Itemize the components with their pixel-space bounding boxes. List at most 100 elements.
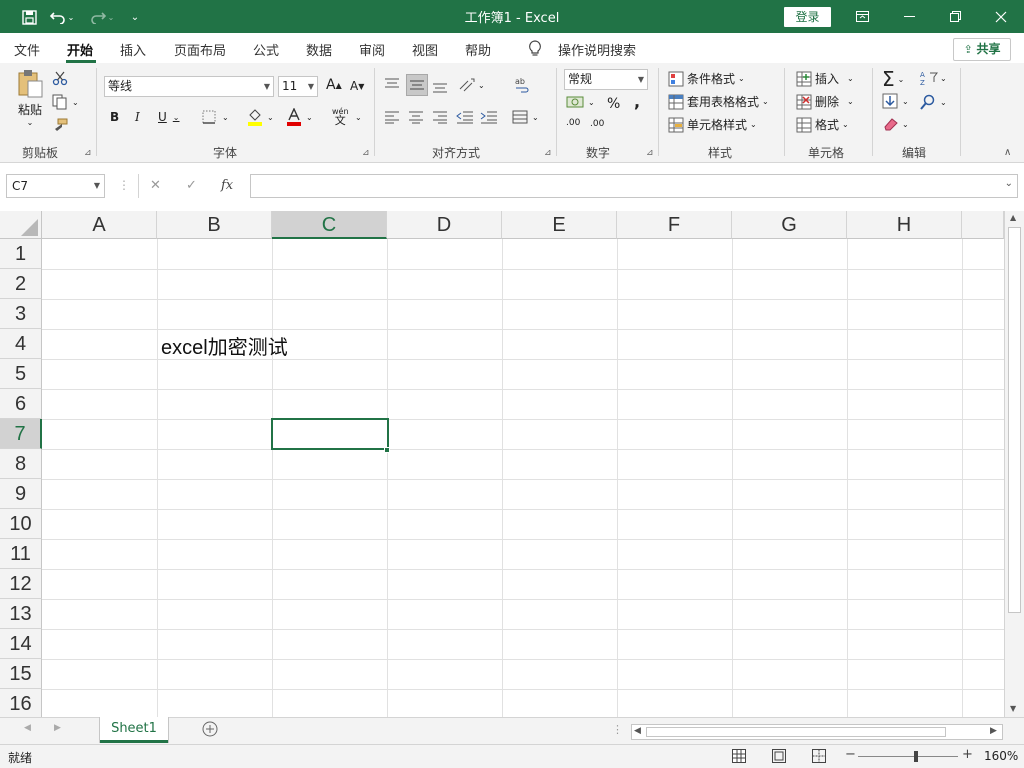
row-header[interactable]: 14 (0, 629, 42, 659)
vertical-scrollbar[interactable]: ▲ ▼ (1004, 211, 1024, 717)
collapse-ribbon-icon[interactable]: ∧ (1004, 147, 1011, 158)
scroll-up-icon[interactable]: ▲ (1010, 213, 1016, 222)
tab-view[interactable]: 视图 (412, 40, 438, 59)
selected-cell-c7[interactable] (271, 418, 389, 450)
tab-review[interactable]: 审阅 (359, 40, 385, 59)
cell-styles-button[interactable]: 单元格样式 ⌄ (668, 116, 757, 133)
zoom-level[interactable]: 160% (984, 749, 1018, 763)
align-left-button[interactable] (384, 110, 400, 124)
login-button[interactable]: 登录 (784, 7, 831, 27)
bold-button[interactable]: B (110, 110, 119, 124)
font-size-combo[interactable]: 11 ▼ (278, 76, 318, 97)
format-as-table-button[interactable]: 套用表格格式 ⌄ (668, 93, 769, 110)
number-launcher-icon[interactable]: ⊿ (646, 148, 654, 158)
increase-decimal-button[interactable]: .00 (566, 119, 580, 128)
row-header[interactable]: 2 (0, 269, 42, 299)
autosum-button[interactable]: Σ ⌄ (882, 67, 904, 91)
column-header-h[interactable]: H (847, 211, 962, 239)
align-middle-button[interactable] (406, 74, 428, 96)
enter-icon[interactable]: ✓ (186, 178, 197, 193)
row-header[interactable]: 5 (0, 359, 42, 389)
insert-function-icon[interactable]: fx (221, 178, 233, 193)
name-box[interactable]: C7 ▼ (6, 174, 105, 198)
drag-handle-icon[interactable]: ⋮ (118, 178, 130, 192)
zoom-slider-track[interactable] (858, 756, 958, 757)
add-sheet-icon[interactable] (202, 721, 218, 740)
tab-file[interactable]: 文件 (14, 40, 40, 59)
worksheet-grid[interactable]: A B C D E F G H 1 2 3 4 5 6 7 8 9 10 11 … (0, 211, 1004, 717)
column-header-f[interactable]: F (617, 211, 732, 239)
row-header[interactable]: 8 (0, 449, 42, 479)
grow-font-button[interactable]: A ▲ (326, 77, 342, 93)
chevron-down-icon[interactable]: ⌄ (355, 113, 362, 122)
format-cells-button[interactable]: 格式 ⌄ (796, 116, 849, 133)
zoom-in-icon[interactable]: + (962, 747, 973, 762)
zoom-out-icon[interactable]: − (845, 747, 856, 762)
font-launcher-icon[interactable]: ⊿ (362, 148, 370, 158)
shrink-font-button[interactable]: A ▼ (350, 79, 364, 93)
align-center-button[interactable] (408, 110, 424, 124)
orientation-button[interactable]: ⌄ (458, 77, 485, 93)
prev-sheet-icon[interactable]: ◀ (24, 723, 31, 733)
minimize-icon[interactable] (886, 0, 932, 33)
select-all-button[interactable] (0, 211, 42, 239)
italic-button[interactable]: I (135, 110, 140, 124)
column-header-b[interactable]: B (157, 211, 272, 239)
increase-indent-button[interactable] (480, 110, 498, 124)
clear-button[interactable]: ⌄ (882, 117, 909, 131)
conditional-format-button[interactable]: 条件格式 ⌄ (668, 70, 745, 87)
row-header[interactable]: 13 (0, 599, 42, 629)
vertical-scroll-thumb[interactable] (1008, 227, 1021, 613)
formula-input[interactable]: ⌄ (250, 174, 1018, 198)
merge-center-button[interactable]: ⌄ (512, 109, 539, 125)
scroll-right-icon[interactable]: ▶ (990, 726, 997, 736)
page-break-view-icon[interactable] (812, 749, 826, 766)
decrease-decimal-button[interactable]: .00 (590, 119, 604, 129)
phonetic-button[interactable]: wén 文 (332, 107, 349, 126)
clipboard-launcher-icon[interactable]: ⊿ (84, 148, 92, 158)
row-header[interactable]: 4 (0, 329, 42, 359)
restore-icon[interactable] (932, 0, 978, 33)
borders-button[interactable]: ⌄ (202, 110, 229, 124)
insert-cells-button[interactable]: 插入 ⌄ (796, 70, 854, 87)
delete-cells-button[interactable]: 删除 ⌄ (796, 93, 854, 110)
row-header[interactable]: 6 (0, 389, 42, 419)
column-header-e[interactable]: E (502, 211, 617, 239)
tab-data[interactable]: 数据 (306, 40, 332, 59)
find-select-button[interactable]: ⌄ (920, 94, 947, 110)
row-header[interactable]: 11 (0, 539, 42, 569)
paste-button[interactable]: 粘贴 ⌄ (14, 69, 46, 127)
ribbon-display-icon[interactable] (839, 0, 885, 33)
close-icon[interactable] (978, 0, 1024, 33)
tab-home[interactable]: 开始 (67, 40, 93, 59)
horizontal-scroll-thumb[interactable] (646, 727, 946, 737)
horizontal-scrollbar[interactable]: ◀ ▶ (631, 724, 1003, 740)
column-header-c[interactable]: C (272, 211, 387, 239)
column-header-a[interactable]: A (42, 211, 157, 239)
tab-formulas[interactable]: 公式 (253, 40, 279, 59)
number-format-combo[interactable]: 常规 ▼ (564, 69, 648, 90)
scroll-down-icon[interactable]: ▼ (1010, 704, 1016, 713)
align-top-button[interactable] (384, 77, 400, 93)
scroll-left-icon[interactable]: ◀ (634, 726, 641, 736)
fill-color-button[interactable]: ⌄ (247, 108, 274, 126)
underline-button[interactable]: U ⌄ (158, 110, 180, 124)
font-color-button[interactable]: ⌄ (286, 108, 313, 126)
comma-style-button[interactable]: , (634, 92, 640, 111)
sort-filter-button[interactable]: AZ ⌄ (920, 70, 947, 86)
align-right-button[interactable] (432, 110, 448, 124)
percent-button[interactable]: % (607, 96, 620, 112)
row-header[interactable]: 15 (0, 659, 42, 689)
page-layout-view-icon[interactable] (772, 749, 786, 766)
font-name-combo[interactable]: 等线 ▼ (104, 76, 274, 97)
sheet-tab-sheet1[interactable]: Sheet1 (100, 717, 168, 743)
column-header-d[interactable]: D (387, 211, 502, 239)
expand-formula-bar-icon[interactable]: ⌄ (1005, 178, 1013, 189)
tab-insert[interactable]: 插入 (120, 40, 146, 59)
row-header[interactable]: 3 (0, 299, 42, 329)
row-header[interactable]: 16 (0, 689, 42, 717)
wrap-text-button[interactable]: ab (514, 76, 530, 94)
cell-b4[interactable]: excel加密测试 (161, 331, 288, 360)
next-sheet-icon[interactable]: ▶ (54, 723, 61, 733)
row-header[interactable]: 12 (0, 569, 42, 599)
